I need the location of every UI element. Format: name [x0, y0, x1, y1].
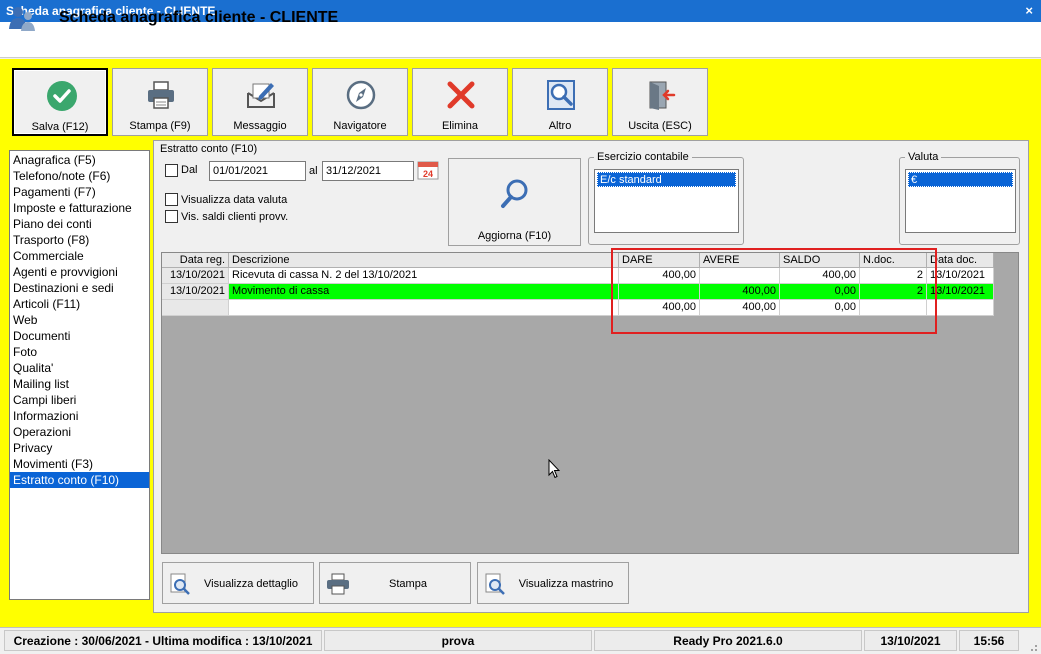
navigator-button[interactable]: Navigatore — [312, 68, 408, 136]
view-ledger-label: Visualizza mastrino — [518, 578, 614, 590]
refresh-button-label: Aggiorna (F10) — [477, 230, 552, 242]
nav-item[interactable]: Trasporto (F8) — [10, 232, 149, 248]
ledger-magnifier-icon — [485, 573, 505, 595]
table-cell[interactable]: 13/10/2021 — [162, 284, 229, 300]
customer-icon — [9, 7, 35, 31]
nav-item[interactable]: Piano dei conti — [10, 216, 149, 232]
nav-item[interactable]: Mailing list — [10, 376, 149, 392]
print-button[interactable]: Stampa (F9) — [112, 68, 208, 136]
status-info: Creazione : 30/06/2021 - Ultima modifica… — [4, 630, 322, 651]
view-ledger-button[interactable]: Visualizza mastrino — [477, 562, 629, 604]
nav-item[interactable]: Campi liberi — [10, 392, 149, 408]
provisional-balances-label: Vis. saldi clienti provv. — [181, 211, 289, 223]
message-button-label: Messaggio — [233, 120, 287, 132]
table-cell[interactable]: 13/10/2021 — [162, 268, 229, 284]
total-cell — [162, 300, 229, 316]
status-time: 15:56 — [959, 630, 1019, 651]
dal-checkbox[interactable] — [165, 164, 178, 177]
total-cell — [229, 300, 619, 316]
exit-button-label: Uscita (ESC) — [628, 120, 692, 132]
nav-item[interactable]: Web — [10, 312, 149, 328]
provisional-balances-checkbox[interactable] — [165, 210, 178, 223]
detail-magnifier-icon — [170, 573, 190, 595]
view-detail-button[interactable]: Visualizza dettaglio — [162, 562, 314, 604]
magnifier-book-icon — [547, 80, 575, 110]
status-version: Ready Pro 2021.6.0 — [594, 630, 862, 651]
fiscal-year-option[interactable]: E/c standard — [597, 172, 736, 187]
printer-icon — [148, 81, 174, 109]
save-button-label: Salva (F12) — [31, 121, 89, 133]
status-date: 13/10/2021 — [864, 630, 957, 651]
printer-icon — [327, 573, 349, 595]
currency-list[interactable]: € — [905, 169, 1016, 233]
nav-item[interactable]: Informazioni — [10, 408, 149, 424]
column-header[interactable]: Descrizione — [229, 253, 619, 268]
other-button[interactable]: Altro — [512, 68, 608, 136]
column-header[interactable]: Data reg. — [162, 253, 229, 268]
nav-item[interactable]: Privacy — [10, 440, 149, 456]
other-button-label: Altro — [548, 120, 572, 132]
close-icon[interactable]: × — [1025, 3, 1033, 18]
fiscal-year-list[interactable]: E/c standard — [594, 169, 739, 233]
highlight-annotation — [611, 248, 937, 334]
navigator-button-label: Navigatore — [333, 120, 387, 132]
value-date-label: Visualizza data valuta — [181, 194, 288, 206]
form-header — [0, 22, 1041, 58]
print-statement-button[interactable]: Stampa — [319, 562, 471, 604]
refresh-button[interactable]: Aggiorna (F10) — [448, 158, 581, 246]
page-title: Scheda anagrafica cliente - CLIENTE — [59, 9, 339, 26]
nav-item[interactable]: Estratto conto (F10) — [10, 472, 149, 488]
status-user: prova — [324, 630, 592, 651]
nav-item[interactable]: Operazioni — [10, 424, 149, 440]
date-to-input[interactable]: 31/12/2021 — [322, 161, 414, 181]
nav-item[interactable]: Destinazioni e sedi — [10, 280, 149, 296]
al-label: al — [309, 165, 318, 177]
resize-grip-icon[interactable] — [1026, 640, 1038, 652]
currency-option[interactable]: € — [908, 172, 1013, 187]
save-button[interactable]: Salva (F12) — [12, 68, 108, 136]
column-header[interactable]: Data doc. — [927, 253, 994, 268]
currency-label: Valuta — [905, 151, 942, 163]
view-detail-label: Visualizza dettaglio — [204, 578, 298, 590]
nav-item[interactable]: Commerciale — [10, 248, 149, 264]
message-icon — [247, 83, 275, 108]
message-button[interactable]: Messaggio — [212, 68, 308, 136]
nav-item[interactable]: Movimenti (F3) — [10, 456, 149, 472]
table-cell[interactable]: 13/10/2021 — [927, 284, 994, 300]
value-date-checkbox[interactable] — [165, 193, 178, 206]
section-nav-list: Anagrafica (F5) Telefono/note (F6) Pagamen… — [9, 150, 150, 600]
calendar-icon[interactable]: 24 — [417, 160, 439, 180]
search-icon — [501, 179, 528, 208]
nav-item[interactable]: Documenti — [10, 328, 149, 344]
table-cell[interactable]: Ricevuta di cassa N. 2 del 13/10/2021 — [229, 268, 619, 284]
compass-icon — [346, 80, 376, 110]
dal-label: Dal — [181, 164, 198, 176]
statement-group-title: Estratto conto (F10) — [160, 143, 258, 155]
nav-item[interactable]: Foto — [10, 344, 149, 360]
nav-item[interactable]: Articoli (F11) — [10, 296, 149, 312]
exit-door-icon — [649, 81, 676, 110]
exit-button[interactable]: Uscita (ESC) — [612, 68, 708, 136]
delete-button[interactable]: Elimina — [412, 68, 508, 136]
delete-button-label: Elimina — [441, 120, 479, 132]
fiscal-year-label: Esercizio contabile — [594, 151, 692, 163]
table-cell[interactable]: 13/10/2021 — [927, 268, 994, 284]
date-from-input[interactable]: 01/01/2021 — [209, 161, 306, 181]
print-button-label: Stampa (F9) — [129, 120, 191, 132]
print-statement-label: Stampa — [389, 578, 427, 590]
total-cell — [927, 300, 994, 316]
nav-item[interactable]: Imposte e fatturazione — [10, 200, 149, 216]
calendar-day: 24 — [423, 169, 433, 179]
nav-item[interactable]: Pagamenti (F7) — [10, 184, 149, 200]
nav-item[interactable]: Anagrafica (F5) — [10, 152, 149, 168]
mouse-cursor-icon — [548, 459, 560, 479]
table-cell[interactable]: Movimento di cassa — [229, 284, 619, 300]
check-icon — [47, 81, 77, 111]
nav-item[interactable]: Qualita' — [10, 360, 149, 376]
nav-item[interactable]: Agenti e provvigioni — [10, 264, 149, 280]
delete-icon — [447, 81, 475, 109]
nav-item[interactable]: Telefono/note (F6) — [10, 168, 149, 184]
